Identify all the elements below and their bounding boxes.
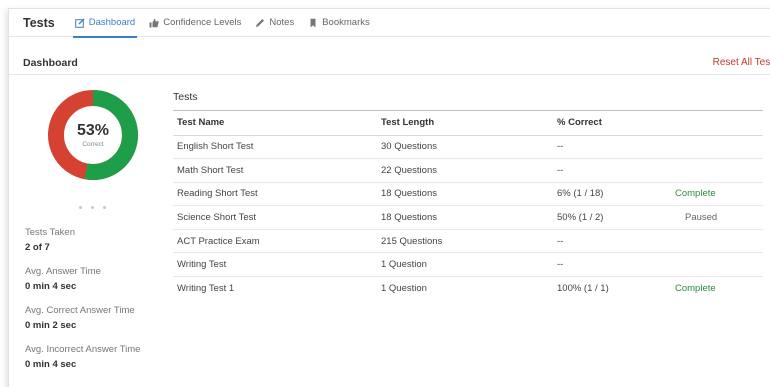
thumbs-up-icon — [149, 18, 159, 28]
app-title: Tests — [23, 15, 55, 30]
test-status — [671, 252, 763, 278]
column-header-status — [671, 111, 763, 136]
table-row[interactable]: ACT Practice Exam 215 Questions -- — [173, 229, 763, 254]
test-length: 30 Questions — [377, 135, 553, 160]
stat-value: 0 min 2 sec — [25, 320, 77, 331]
test-length: 1 Question — [377, 252, 553, 278]
table-row[interactable]: English Short Test 30 Questions -- — [173, 135, 763, 160]
tab-confidence-levels-label: Confidence Levels — [163, 17, 242, 28]
tab-notes-label: Notes — [269, 17, 295, 28]
stat-avg-incorrect-time: Avg. Incorrect Answer Time 0 min 4 sec — [25, 344, 175, 370]
table-row[interactable]: Reading Short Test 18 Questions 6% (1 / … — [173, 182, 763, 207]
test-length: 18 Questions — [377, 205, 553, 230]
test-percent-correct: -- — [553, 229, 671, 254]
test-name[interactable]: ACT Practice Exam — [173, 229, 377, 254]
test-percent-correct: 100% (1 / 1) — [557, 283, 609, 295]
stat-label: Avg. Incorrect Answer Time — [25, 344, 141, 355]
test-name[interactable]: Math Short Test — [173, 158, 377, 183]
test-status: Complete — [675, 283, 716, 295]
table-row[interactable]: Math Short Test 22 Questions -- — [173, 158, 763, 183]
tests-window: Tests Dashboard Confidence Levels Notes … — [8, 8, 770, 387]
test-length: 1 Question — [381, 283, 427, 295]
tab-bookmarks[interactable]: Bookmarks — [308, 9, 370, 37]
tab-dashboard-label: Dashboard — [88, 17, 136, 28]
test-percent-correct: 50% (1 / 2) — [553, 205, 671, 230]
carousel-dot[interactable] — [91, 206, 94, 209]
test-name[interactable]: Writing Test 1 — [173, 277, 377, 301]
stats-panel: Tests Taken 2 of 7 Avg. Answer Time 0 mi… — [25, 227, 175, 383]
test-length: 18 Questions — [377, 182, 553, 207]
table-header-row: Test Name Test Length % Correct — [173, 111, 763, 136]
carousel-dot[interactable] — [103, 206, 106, 209]
test-status — [671, 229, 763, 254]
test-name[interactable]: English Short Test — [173, 135, 377, 160]
test-status: Complete — [671, 182, 763, 207]
percent-correct: 53% — [76, 121, 110, 139]
test-percent-correct: -- — [553, 158, 671, 183]
test-name[interactable]: Reading Short Test — [173, 182, 377, 207]
donut-center: 53% Correct — [47, 89, 139, 181]
test-name[interactable]: Science Short Test — [173, 205, 377, 230]
tab-bookmarks-label: Bookmarks — [322, 17, 370, 28]
table-row[interactable]: Science Short Test 18 Questions 50% (1 /… — [173, 205, 763, 230]
stat-value: 0 min 4 sec — [25, 359, 77, 370]
reset-all-tests-link[interactable]: Reset All Tests — [713, 57, 770, 68]
dashboard-header: Dashboard Reset All Tests — [9, 51, 770, 75]
test-status — [671, 135, 763, 160]
stat-tests-taken: Tests Taken 2 of 7 — [25, 227, 175, 253]
tab-confidence-levels[interactable]: Confidence Levels — [149, 9, 241, 37]
test-percent-correct: -- — [553, 135, 671, 160]
tests-heading: Tests — [173, 91, 763, 111]
tab-dashboard[interactable]: Dashboard — [72, 9, 138, 38]
section-title: Dashboard — [23, 56, 78, 69]
test-percent-correct: -- — [553, 252, 671, 278]
stat-label: Avg. Answer Time — [25, 266, 101, 277]
table-row[interactable]: Writing Test 1 1 Question 100% (1 / 1) C… — [173, 277, 763, 301]
pencil-icon — [255, 18, 265, 28]
test-status — [671, 158, 763, 183]
test-name[interactable]: Writing Test — [173, 252, 377, 278]
bookmark-icon — [308, 18, 318, 28]
score-donut-chart: 53% Correct — [47, 89, 139, 181]
test-percent-correct: 6% (1 / 18) — [553, 182, 671, 207]
stat-label: Avg. Correct Answer Time — [25, 305, 135, 316]
column-header-percent-correct: % Correct — [553, 111, 671, 136]
test-status: Paused — [671, 205, 763, 230]
tab-notes[interactable]: Notes — [255, 9, 294, 37]
stat-value: 0 min 4 sec — [25, 281, 77, 292]
carousel-dot[interactable] — [79, 206, 82, 209]
table-row[interactable]: Writing Test 1 Question -- — [173, 252, 763, 278]
tests-table: Test Name Test Length % Correct English … — [173, 111, 763, 300]
stat-value: 2 of 7 — [25, 242, 50, 253]
edit-icon — [74, 18, 85, 28]
stat-avg-correct-time: Avg. Correct Answer Time 0 min 2 sec — [25, 305, 175, 331]
top-nav-bar: Tests Dashboard Confidence Levels Notes … — [9, 9, 770, 38]
test-length: 215 Questions — [377, 229, 553, 254]
percent-correct-caption: Correct — [82, 140, 104, 148]
stat-label: Tests Taken — [25, 227, 75, 238]
stat-avg-answer-time: Avg. Answer Time 0 min 4 sec — [25, 266, 175, 292]
tests-panel: Tests Test Name Test Length % Correct En… — [173, 91, 763, 300]
test-length: 22 Questions — [377, 158, 553, 183]
column-header-test-length: Test Length — [377, 111, 553, 136]
carousel-dots — [79, 206, 106, 209]
column-header-test-name: Test Name — [173, 111, 377, 136]
